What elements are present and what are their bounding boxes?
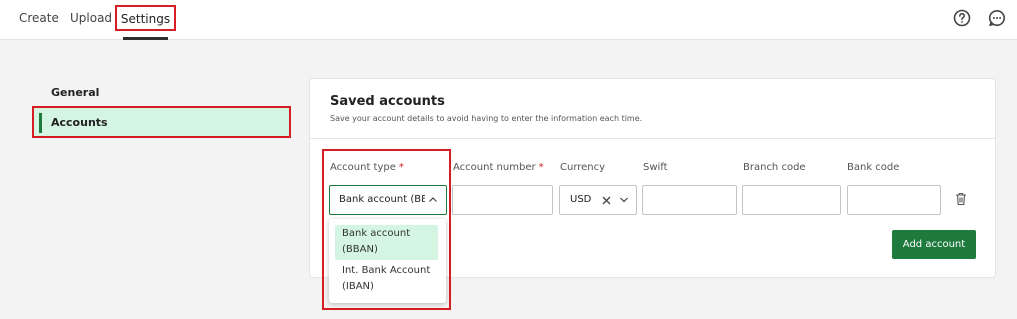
- branch-code-label: Branch code: [743, 162, 806, 173]
- sidebar-item-general[interactable]: General: [51, 86, 99, 99]
- branch-code-input[interactable]: [742, 185, 841, 215]
- trash-icon[interactable]: [955, 192, 967, 206]
- account-number-input[interactable]: [452, 185, 553, 215]
- swift-input[interactable]: [642, 185, 737, 215]
- currency-select[interactable]: USD: [559, 185, 637, 215]
- chevron-down-icon: [620, 197, 628, 203]
- sidebar-item-label: Accounts: [51, 116, 108, 129]
- required-marker: *: [538, 162, 544, 173]
- option-iban[interactable]: Int. Bank Account (IBAN): [335, 262, 438, 297]
- top-bar: Create Upload Settings: [0, 0, 1017, 40]
- card-subtitle: Save your account details to avoid havin…: [330, 114, 643, 123]
- tab-settings[interactable]: Settings: [115, 5, 176, 31]
- clear-icon[interactable]: [602, 196, 611, 205]
- tab-upload[interactable]: Upload: [70, 0, 112, 37]
- account-type-dropdown: Bank account (BBAN) Int. Bank Account (I…: [329, 219, 446, 303]
- help-icon[interactable]: [952, 8, 972, 28]
- card-title: Saved accounts: [330, 94, 445, 109]
- active-tab-indicator: [123, 37, 168, 40]
- add-account-button[interactable]: Add account: [892, 230, 976, 259]
- currency-value: USD: [570, 194, 592, 205]
- swift-label: Swift: [643, 162, 668, 173]
- divider: [310, 138, 995, 139]
- sidebar-item-accounts[interactable]: Accounts: [32, 106, 291, 138]
- active-item-indicator: [39, 113, 42, 133]
- currency-label: Currency: [560, 162, 606, 173]
- bank-code-label: Bank code: [847, 162, 900, 173]
- tab-create[interactable]: Create: [19, 0, 59, 37]
- option-bban[interactable]: Bank account (BBAN): [335, 225, 438, 260]
- chat-icon[interactable]: [987, 8, 1007, 28]
- bank-code-input[interactable]: [847, 185, 941, 215]
- account-number-label: Account number *: [453, 162, 544, 173]
